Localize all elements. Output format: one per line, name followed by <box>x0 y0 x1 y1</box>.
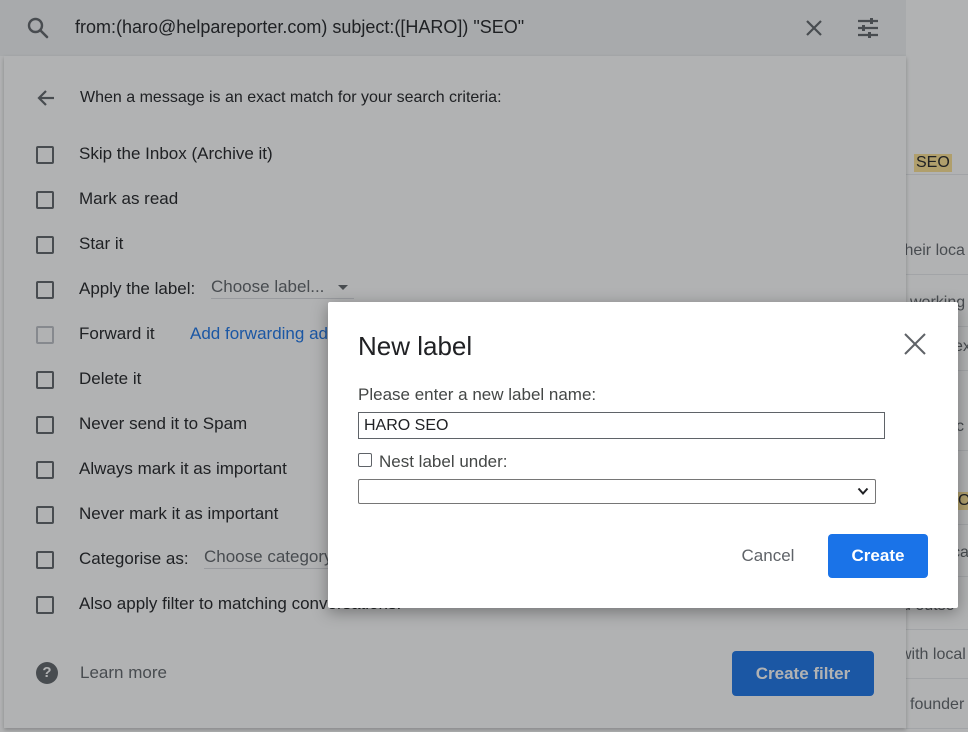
chevron-down-icon <box>857 487 869 495</box>
nest-label-checkbox[interactable] <box>358 453 372 467</box>
close-icon[interactable] <box>902 331 928 357</box>
nest-label-select[interactable] <box>358 479 876 504</box>
cancel-button[interactable]: Cancel <box>720 534 816 578</box>
create-button[interactable]: Create <box>828 534 928 578</box>
nest-label-text: Nest label under: <box>379 452 508 471</box>
dialog-title: New label <box>358 331 473 361</box>
label-name-input[interactable] <box>358 412 885 439</box>
label-name-prompt: Please enter a new label name: <box>358 385 597 404</box>
new-label-dialog: New label Please enter a new label name:… <box>328 302 958 608</box>
